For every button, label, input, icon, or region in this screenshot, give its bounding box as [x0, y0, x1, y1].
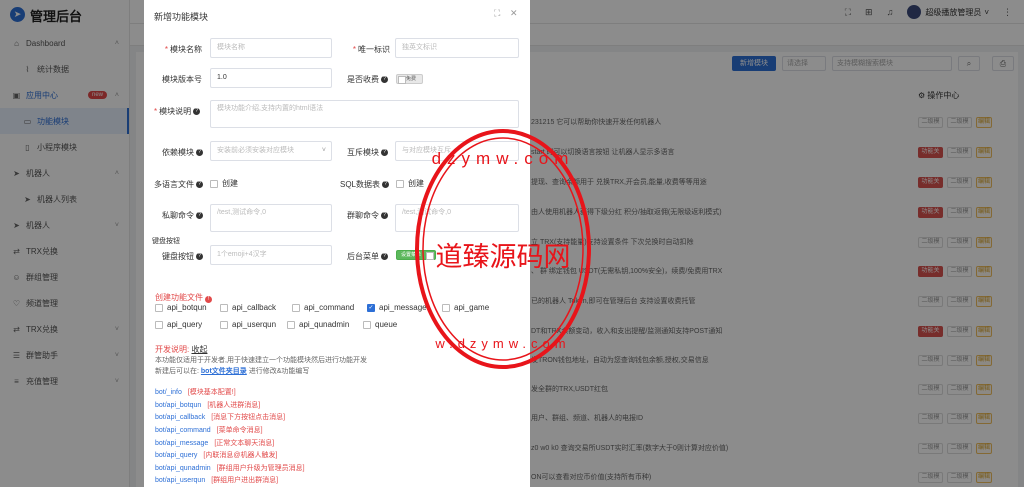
dev-notes-title: 开发说明: 收起	[155, 345, 208, 354]
multilang-label: 多语言文件?	[154, 179, 203, 190]
help-icon: ?	[193, 108, 201, 116]
keyboard-hint: 键盘按钮	[152, 238, 180, 245]
unique-id-input[interactable]: 独英文标识	[395, 38, 519, 58]
checkbox-box	[442, 303, 450, 312]
description-textarea[interactable]: 模块功能介绍,支持内置的html语法	[210, 100, 519, 128]
file-desc-row: bot/api_message [正常文本聊天消息]	[155, 440, 275, 447]
file-checkbox-api-game[interactable]: api_game	[442, 303, 489, 312]
file-checkbox-api-callback[interactable]: api_callback	[220, 303, 276, 312]
version-input[interactable]: 1.0	[210, 68, 332, 88]
checkbox-checked: ✓	[367, 303, 375, 312]
close-icon[interactable]: ✕	[510, 8, 518, 19]
file-desc-row: bot/api_qunadmin [群组用户升级为管理员消息]	[155, 465, 305, 472]
sql-label: SQL数据表?	[340, 179, 390, 190]
group-cmd-label: 群聊命令?	[347, 210, 388, 221]
file-desc-row: bot/api_userqun [群组用户进出群消息]	[155, 477, 279, 484]
file-desc-row: bot/api_command [菜单命令消息]	[155, 427, 263, 434]
multilang-checkbox[interactable]: 创建	[210, 178, 238, 189]
file-desc-row: bot/api_botqun [机器人进群消息]	[155, 402, 261, 409]
chevron-down-icon: ˅	[321, 147, 326, 154]
create-files-title: 创建功能文件!	[155, 292, 212, 303]
version-label: 模块版本号	[162, 75, 202, 84]
bot-folder-link[interactable]: bot文件夹目录	[201, 368, 247, 375]
description-label: * 模块说明?	[154, 106, 201, 117]
sql-checkbox[interactable]: 创建	[396, 178, 424, 189]
file-checkbox-api-query[interactable]: api_query	[155, 320, 202, 329]
keyboard-input[interactable]: 1个emoji+4汉字	[210, 245, 332, 265]
help-icon: ?	[382, 181, 390, 189]
help-icon: !	[205, 296, 212, 303]
module-name-label: * 模块名称	[164, 45, 202, 54]
unique-id-label: * 唯一标识	[352, 45, 390, 54]
checkbox-box	[287, 320, 295, 329]
file-checkbox-queue[interactable]: queue	[363, 320, 397, 329]
checkbox-box	[155, 303, 163, 312]
module-name-input[interactable]: 模块名称	[210, 38, 332, 58]
help-icon: ?	[381, 149, 388, 157]
file-desc-row: bot/api_callback [消息下方按钮点击消息]	[155, 414, 286, 421]
depends-select[interactable]: 安装前必须安装对应模块 ˅	[210, 141, 332, 161]
file-checkbox-api-command[interactable]: api_command	[292, 303, 354, 312]
help-icon: ?	[381, 212, 388, 220]
maximize-icon[interactable]: ⛶	[494, 8, 500, 19]
private-cmd-textarea[interactable]: /test,测试命令,0	[210, 204, 332, 232]
dialog-title: 新增功能模块	[154, 12, 209, 22]
conflict-select[interactable]: 与对应模块互斥	[395, 141, 519, 161]
file-desc-row: bot/_info [模块基本配置!]	[155, 389, 236, 396]
keyboard-label: 键盘按钮?	[162, 251, 203, 262]
checkbox-box	[363, 320, 371, 329]
file-checkbox-api-qunadmin[interactable]: api_qunadmin	[287, 320, 349, 329]
file-checkbox-api-message[interactable]: ✓ api_message	[367, 303, 427, 312]
checkbox-box	[155, 320, 163, 329]
checkbox-box	[220, 320, 228, 329]
checkbox-box	[220, 303, 228, 312]
dev-note-1: 本功能仅适用于开发者,用于快速建立一个功能模块然后进行功能开发	[155, 357, 367, 364]
help-icon: ?	[196, 149, 203, 157]
backend-menu-label: 后台菜单?	[347, 251, 388, 262]
private-cmd-label: 私聊命令?	[162, 210, 203, 221]
depends-label: 依赖模块?	[162, 147, 203, 158]
help-icon: ?	[196, 181, 203, 189]
file-checkbox-api-botqun[interactable]: api_botqun	[155, 303, 207, 312]
new-module-dialog: 新增功能模块 ⛶ ✕ * 模块名称 模块名称 * 唯一标识 独英文标识 模块版本号 …	[144, 0, 530, 487]
file-checkbox-api-userqun[interactable]: api_userqun	[220, 320, 276, 329]
help-icon: ?	[196, 212, 203, 220]
group-cmd-textarea[interactable]: /test,测试命令,0	[395, 204, 519, 232]
file-desc-row: bot/api_query [内联消息@机器人触发]	[155, 452, 278, 459]
checkbox-box	[396, 179, 404, 188]
help-icon: ?	[381, 76, 388, 84]
conflict-label: 互斥模块?	[347, 147, 388, 158]
backend-menu-toggle[interactable]: 设置菜单	[396, 250, 436, 260]
collapse-link[interactable]: 收起	[191, 345, 207, 354]
charge-label: 是否收费?	[347, 74, 388, 85]
help-icon: ?	[381, 253, 388, 261]
checkbox-box	[292, 303, 300, 312]
help-icon: ?	[196, 253, 203, 261]
checkbox-box	[210, 179, 218, 188]
charge-toggle[interactable]: 免费	[396, 74, 423, 84]
dev-note-2: 新建后可以在: bot文件夹目录 进行修改&功能编写	[155, 368, 310, 375]
